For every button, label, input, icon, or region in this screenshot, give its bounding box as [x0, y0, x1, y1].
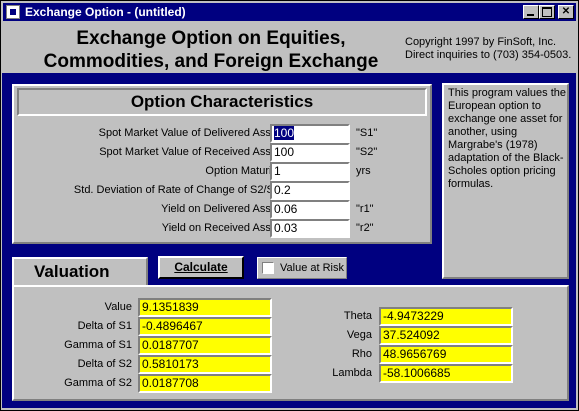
valuation-title: Valuation: [12, 257, 148, 286]
output-row-value: Value 9.1351839: [14, 298, 274, 317]
field-label: Std. Deviation of Rate of Change of S2/S…: [73, 184, 280, 196]
value-at-risk-label: Value at Risk: [280, 262, 344, 274]
output-row-vega: Vega 37.524092: [314, 326, 564, 345]
output-label: Gamma of S2: [64, 377, 132, 389]
gamma-s1-output: 0.0187707: [138, 336, 272, 355]
field-row-r2: Yield on Received Asset 0.03 "r2": [14, 219, 430, 238]
field-row-maturity: Option Maturity 1 yrs: [14, 162, 430, 181]
copyright-notice: Copyright 1997 by FinSoft, Inc. Direct i…: [405, 36, 571, 62]
output-row-delta-s1: Delta of S1 -0.4896467: [14, 317, 274, 336]
field-row-s2: Spot Market Value of Received Asset 100 …: [14, 143, 430, 162]
gamma-s2-output: 0.0187708: [138, 374, 272, 393]
app-icon[interactable]: [6, 5, 20, 19]
field-unit: yrs: [356, 165, 371, 177]
close-button[interactable]: ✕: [558, 5, 574, 19]
vega-output: 37.524092: [379, 326, 513, 345]
option-characteristics-title: Option Characteristics: [17, 88, 427, 116]
field-unit: "r1": [356, 203, 374, 215]
output-label: Delta of S1: [77, 320, 132, 332]
value-output: 9.1351839: [138, 298, 272, 317]
option-characteristics-panel: Option Characteristics Spot Market Value…: [12, 84, 432, 244]
field-row-r1: Yield on Delivered Asset 0.06 "r1": [14, 200, 430, 219]
description-panel: This program values the European option …: [442, 83, 569, 279]
output-label: Value: [104, 301, 132, 313]
title-bar[interactable]: Exchange Option - (untitled) ✕: [3, 3, 576, 21]
field-label: Yield on Delivered Asset: [161, 203, 280, 215]
program-description: This program values the European option …: [448, 87, 566, 190]
field-unit: "r2": [356, 222, 374, 234]
calculate-button[interactable]: Calculate: [158, 256, 244, 279]
maximize-button[interactable]: [539, 5, 555, 19]
output-row-lambda: Lambda -58.1006685: [314, 364, 564, 383]
output-label: Gamma of S1: [64, 339, 132, 351]
option-maturity-input[interactable]: 1: [270, 162, 350, 181]
spot-delivered-input[interactable]: 100: [270, 124, 350, 143]
output-row-theta: Theta -4.9473229: [314, 307, 564, 326]
output-label: Rho: [351, 348, 372, 360]
output-row-rho: Rho 48.9656769: [314, 345, 564, 364]
copyright-line-1: Copyright 1997 by FinSoft, Inc.: [405, 36, 557, 48]
output-row-gamma-s1: Gamma of S1 0.0187707: [14, 336, 274, 355]
output-row-delta-s2: Delta of S2 0.5810173: [14, 355, 274, 374]
field-label: Spot Market Value of Received Asset: [99, 146, 280, 158]
field-unit: "S2": [356, 146, 378, 158]
field-label: Yield on Received Asset: [161, 222, 280, 234]
valuation-panel: Value 9.1351839 Delta of S1 -0.4896467 G…: [12, 285, 569, 401]
theta-output: -4.9473229: [379, 307, 513, 326]
delta-s1-output: -0.4896467: [138, 317, 272, 336]
rho-output: 48.9656769: [379, 345, 513, 364]
minimize-button[interactable]: [523, 5, 539, 19]
field-unit: "S1": [356, 127, 378, 139]
lambda-output: -58.1006685: [379, 364, 513, 383]
window-title: Exchange Option - (untitled): [25, 5, 186, 19]
yield-received-input[interactable]: 0.03: [270, 219, 350, 238]
field-label: Spot Market Value of Delivered Asset: [98, 127, 280, 139]
heading-line-1: Exchange Option on Equities,: [76, 28, 346, 49]
output-label: Vega: [346, 329, 372, 341]
field-label: Option Maturity: [205, 165, 280, 177]
program-heading: Exchange Option on Equities, Commodities…: [31, 27, 391, 73]
output-label: Theta: [343, 310, 372, 322]
field-row-stddev: Std. Deviation of Rate of Change of S2/S…: [14, 181, 430, 200]
std-deviation-input[interactable]: 0.2: [270, 181, 350, 200]
output-row-gamma-s2: Gamma of S2 0.0187708: [14, 374, 274, 393]
heading-line-2: Commodities, and Foreign Exchange: [43, 51, 379, 72]
value-at-risk-toggle[interactable]: Value at Risk: [257, 257, 347, 279]
yield-delivered-input[interactable]: 0.06: [270, 200, 350, 219]
delta-s2-output: 0.5810173: [138, 355, 272, 374]
copyright-line-2: Direct inquiries to (703) 354-0503.: [405, 49, 572, 61]
value-at-risk-checkbox[interactable]: [262, 262, 274, 274]
output-label: Delta of S2: [77, 358, 132, 370]
spot-received-input[interactable]: 100: [270, 143, 350, 162]
output-label: Lambda: [332, 367, 372, 379]
field-row-s1: Spot Market Value of Delivered Asset 100…: [14, 124, 430, 143]
